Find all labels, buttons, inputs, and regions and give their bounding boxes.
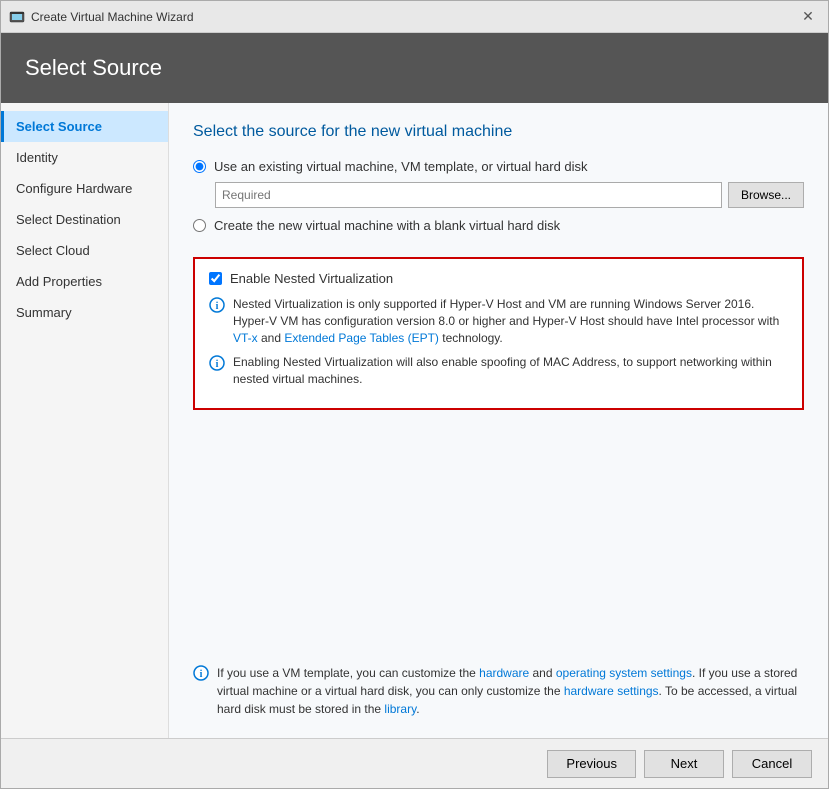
source-input-row: Browse... — [215, 182, 804, 208]
ept-link[interactable]: Extended Page Tables (EPT) — [284, 331, 439, 345]
nested-virt-checkbox[interactable] — [209, 272, 222, 285]
wizard-header: Select Source — [1, 33, 828, 103]
spacer — [193, 426, 804, 648]
title-bar: Create Virtual Machine Wizard ✕ — [1, 1, 828, 33]
svg-text:i: i — [216, 359, 219, 370]
radio-existing-vm[interactable] — [193, 160, 206, 173]
radio-option1-label[interactable]: Use an existing virtual machine, VM temp… — [214, 159, 588, 174]
browse-button[interactable]: Browse... — [728, 182, 804, 208]
wizard-footer: Previous Next Cancel — [1, 738, 828, 788]
library-link[interactable]: library — [384, 702, 416, 716]
main-title: Select the source for the new virtual ma… — [193, 123, 804, 141]
sidebar: Select Source Identity Configure Hardwar… — [1, 103, 169, 738]
radio-blank-disk[interactable] — [193, 219, 206, 232]
radio-option2-label[interactable]: Create the new virtual machine with a bl… — [214, 218, 560, 233]
nested-virt-checkbox-row: Enable Nested Virtualization — [209, 271, 788, 286]
close-button[interactable]: ✕ — [796, 5, 820, 29]
info-icon-2: i — [209, 355, 225, 371]
cancel-button[interactable]: Cancel — [732, 750, 812, 778]
sidebar-item-add-properties[interactable]: Add Properties — [1, 266, 168, 297]
nested-virt-label[interactable]: Enable Nested Virtualization — [230, 271, 393, 286]
footer-info-text: If you use a VM template, you can custom… — [217, 664, 804, 718]
main-window: Create Virtual Machine Wizard ✕ Select S… — [0, 0, 829, 789]
sidebar-item-summary[interactable]: Summary — [1, 297, 168, 328]
previous-button[interactable]: Previous — [547, 750, 636, 778]
footer-info-row: i If you use a VM template, you can cust… — [193, 664, 804, 718]
wizard-body: Select Source Identity Configure Hardwar… — [1, 103, 828, 738]
nested-virtualization-box: Enable Nested Virtualization i Nested Vi… — [193, 257, 804, 410]
os-settings-link[interactable]: operating system settings — [556, 666, 692, 680]
sidebar-item-select-source[interactable]: Select Source — [1, 111, 168, 142]
info-icon-1: i — [209, 297, 225, 313]
vt-x-link[interactable]: VT-x — [233, 331, 258, 345]
nested-virt-info2-row: i Enabling Nested Virtualization will al… — [209, 354, 788, 388]
window-title: Create Virtual Machine Wizard — [31, 10, 796, 24]
wizard-header-title: Select Source — [25, 55, 162, 81]
main-content: Select the source for the new virtual ma… — [169, 103, 828, 738]
sidebar-item-select-cloud[interactable]: Select Cloud — [1, 235, 168, 266]
main-inner: Select the source for the new virtual ma… — [193, 123, 804, 718]
source-input[interactable] — [215, 182, 722, 208]
hardware-settings-link[interactable]: hardware settings — [564, 684, 659, 698]
nested-virt-info2-text: Enabling Nested Virtualization will also… — [233, 354, 788, 388]
sidebar-item-configure-hardware[interactable]: Configure Hardware — [1, 173, 168, 204]
svg-text:i: i — [200, 669, 203, 680]
nested-virt-info1-text: Nested Virtualization is only supported … — [233, 296, 788, 346]
window-icon — [9, 9, 25, 25]
nested-virt-info1-row: i Nested Virtualization is only supporte… — [209, 296, 788, 346]
next-button[interactable]: Next — [644, 750, 724, 778]
radio-option2-row: Create the new virtual machine with a bl… — [193, 218, 804, 233]
hardware-link[interactable]: hardware — [479, 666, 529, 680]
sidebar-item-identity[interactable]: Identity — [1, 142, 168, 173]
footer-info-icon: i — [193, 665, 209, 681]
radio-option1-row: Use an existing virtual machine, VM temp… — [193, 159, 804, 174]
footer-info-section: i If you use a VM template, you can cust… — [193, 648, 804, 718]
sidebar-item-select-destination[interactable]: Select Destination — [1, 204, 168, 235]
svg-text:i: i — [216, 301, 219, 312]
